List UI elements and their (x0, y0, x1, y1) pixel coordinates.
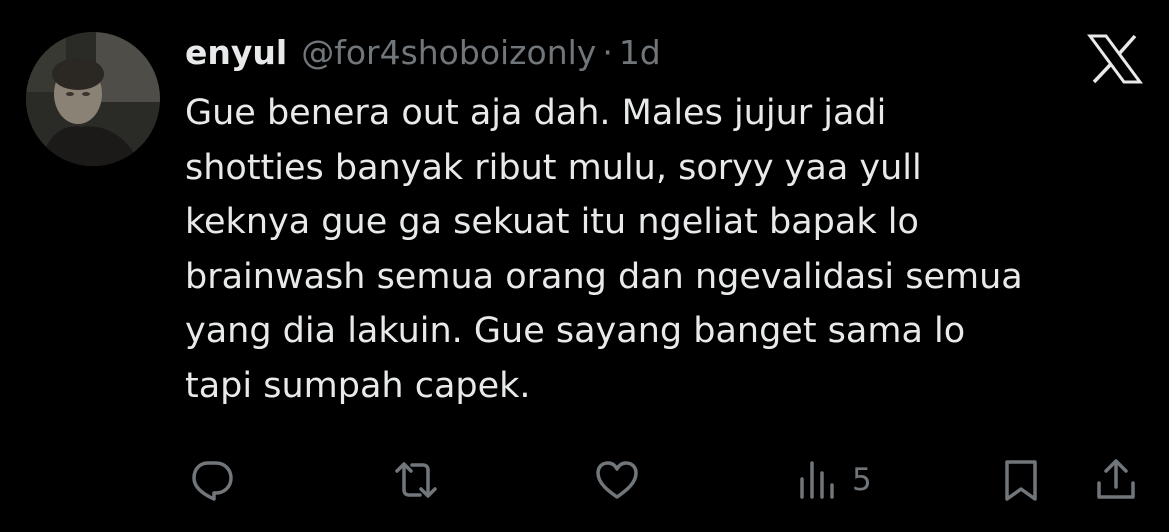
tweet-timestamp[interactable]: 1d (619, 30, 661, 76)
views-button[interactable]: 5 (796, 456, 872, 504)
avatar-photo (26, 32, 160, 166)
share-button[interactable] (1093, 456, 1139, 504)
x-logo-icon (1086, 34, 1144, 84)
tweet-card[interactable]: enyul @for4shoboizonly · 1d Gue benera o… (0, 0, 1169, 532)
bookmark-button[interactable] (998, 456, 1044, 504)
like-icon (594, 457, 640, 503)
bookmark-icon (998, 457, 1044, 503)
tweet-text: Gue benera out aja dah. Males jujur jadi… (185, 93, 1023, 406)
share-icon (1093, 457, 1139, 503)
user-avatar[interactable] (26, 32, 160, 166)
reply-icon (189, 457, 235, 503)
reply-button[interactable] (189, 456, 235, 504)
author-handle[interactable]: @for4shoboizonly (301, 30, 596, 76)
retweet-button[interactable] (393, 456, 439, 504)
header-separator: · (602, 33, 613, 72)
retweet-icon (393, 457, 439, 503)
tweet-action-bar: 5 (0, 450, 1169, 510)
views-icon (796, 457, 842, 503)
views-count: 5 (852, 462, 872, 498)
tweet-header: enyul @for4shoboizonly · 1d (185, 30, 661, 76)
author-display-name[interactable]: enyul (185, 30, 287, 76)
like-button[interactable] (594, 456, 640, 504)
